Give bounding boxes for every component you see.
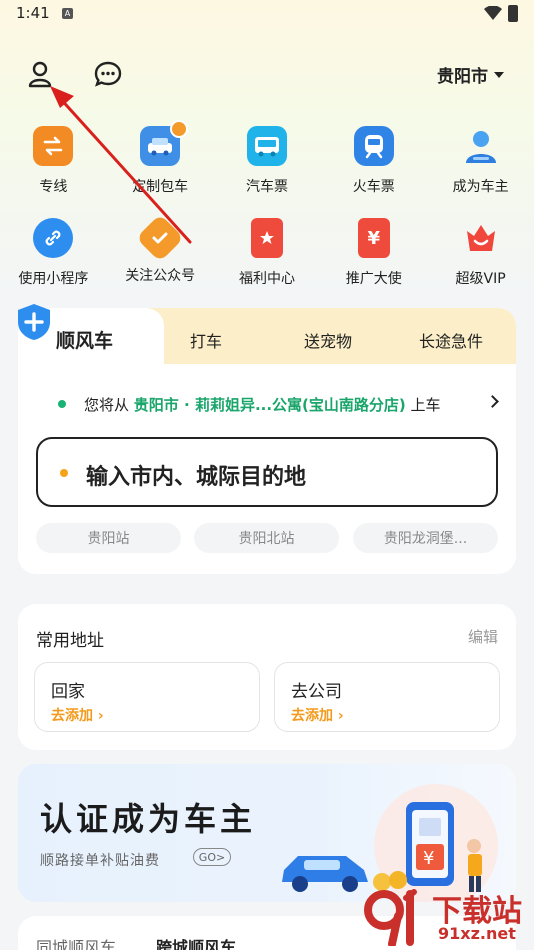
battery-icon xyxy=(508,5,518,22)
banner-subtitle: 顺路接单补贴油费 xyxy=(40,853,160,869)
tab-pet[interactable]: 送宠物 xyxy=(304,328,352,352)
service-label: 成为车主 xyxy=(452,179,509,195)
watermark-logo xyxy=(364,889,417,946)
person-icon xyxy=(28,61,52,88)
caret-down-icon xyxy=(494,71,504,78)
destination-dot-icon xyxy=(60,469,68,477)
pickup-suffix: 上车 xyxy=(410,396,441,414)
link-icon xyxy=(33,218,74,258)
go-badge: GO > xyxy=(193,848,231,866)
service-follow-account[interactable]: 关注公众号 xyxy=(107,213,214,288)
services-row-2: 使用小程序 关注公众号 福利中心 ¥ 推广大使 超级VIP xyxy=(0,213,534,288)
gift-icon xyxy=(250,218,283,258)
add-address-link: 去添加 › xyxy=(51,708,104,724)
destination-placeholder: 输入市内、城际目的地 xyxy=(86,465,307,490)
service-label: 推广大使 xyxy=(345,271,402,287)
service-label: 专线 xyxy=(39,179,68,195)
tab-urgent-delivery[interactable]: 长途急件 xyxy=(419,328,483,352)
site-watermark: 下载站 91xz.net xyxy=(360,880,534,950)
pickup-address: 贵阳市 · 莉莉姐异...公寓(宝山南路分店) xyxy=(133,396,406,414)
service-mini-program[interactable]: 使用小程序 xyxy=(0,218,107,288)
tab-cross-city[interactable]: 跨城顺风车 xyxy=(156,934,236,950)
watermark-url: 91xz.net xyxy=(438,924,516,943)
service-become-driver[interactable]: 成为车主 xyxy=(427,126,534,196)
city-label: 贵阳市 xyxy=(437,67,488,87)
check-badge-icon xyxy=(136,213,185,263)
service-label: 汽车票 xyxy=(245,179,288,195)
message-button[interactable] xyxy=(92,58,124,90)
address-name: 回家 xyxy=(51,682,85,702)
add-address-link: 去添加 › xyxy=(291,708,344,724)
station-chip[interactable]: 贵阳站 xyxy=(36,523,181,553)
banner-title: 认证成为车主 xyxy=(40,800,257,838)
city-selector[interactable]: 贵阳市 xyxy=(437,62,504,87)
service-super-vip[interactable]: 超级VIP xyxy=(427,218,534,288)
swap-icon xyxy=(33,126,74,166)
service-ambassador[interactable]: ¥ 推广大使 xyxy=(320,218,427,288)
services-row-1: 专线 定制包车 汽车票 火车票 成为车主 xyxy=(0,120,534,196)
pickup-prefix: 您将从 xyxy=(84,396,130,414)
status-bar: 1:41 A xyxy=(0,0,534,28)
service-label: 超级VIP xyxy=(455,271,506,287)
addresses-title: 常用地址 xyxy=(36,631,104,651)
service-label: 福利中心 xyxy=(238,271,295,287)
destination-input[interactable]: 输入市内、城际目的地 xyxy=(36,437,498,507)
sim-icon: A xyxy=(62,8,73,19)
profile-button[interactable] xyxy=(24,58,56,90)
address-name: 去公司 xyxy=(291,682,342,702)
service-label: 使用小程序 xyxy=(18,271,89,287)
common-addresses-card: 常用地址 编辑 回家 去添加 › 去公司 去添加 › xyxy=(18,604,516,750)
address-company[interactable]: 去公司 去添加 › xyxy=(274,662,500,732)
service-welfare-center[interactable]: 福利中心 xyxy=(214,218,321,288)
crown-icon xyxy=(461,218,501,258)
edit-button[interactable]: 编辑 xyxy=(468,626,498,647)
svg-text:¥: ¥ xyxy=(423,848,434,869)
service-custom-charter[interactable]: 定制包车 xyxy=(107,120,214,196)
crown-badge-icon xyxy=(170,120,189,138)
bus-icon xyxy=(246,126,287,166)
car-crown-icon xyxy=(140,120,189,166)
tab-same-city[interactable]: 同城顺风车 xyxy=(36,934,116,950)
service-label: 定制包车 xyxy=(132,179,189,195)
station-chip[interactable]: 贵阳北站 xyxy=(194,523,339,553)
station-chip[interactable]: 贵阳龙洞堡... xyxy=(353,523,498,553)
service-label: 火车票 xyxy=(352,179,395,195)
pickup-location[interactable]: 您将从 贵阳市 · 莉莉姐异...公寓(宝山南路分店) 上车 xyxy=(84,394,441,415)
train-icon xyxy=(353,126,394,166)
tab-label: 顺风车 xyxy=(56,330,114,352)
service-zhuanxian[interactable]: 专线 xyxy=(0,126,107,196)
shield-plus-icon[interactable] xyxy=(14,302,54,342)
service-train-ticket[interactable]: 火车票 xyxy=(320,126,427,196)
ride-tabs: 顺风车 打车 送宠物 长途急件 xyxy=(18,308,516,364)
service-label: 关注公众号 xyxy=(125,268,196,284)
chat-icon xyxy=(94,61,122,87)
driver-icon xyxy=(461,126,501,166)
wifi-icon xyxy=(484,6,502,20)
status-time: 1:41 xyxy=(16,4,50,22)
start-dot-icon xyxy=(58,400,66,408)
yuan-icon: ¥ xyxy=(357,218,390,258)
address-home[interactable]: 回家 去添加 › xyxy=(34,662,260,732)
service-bus-ticket[interactable]: 汽车票 xyxy=(214,126,321,196)
tab-taxi[interactable]: 打车 xyxy=(190,328,222,352)
